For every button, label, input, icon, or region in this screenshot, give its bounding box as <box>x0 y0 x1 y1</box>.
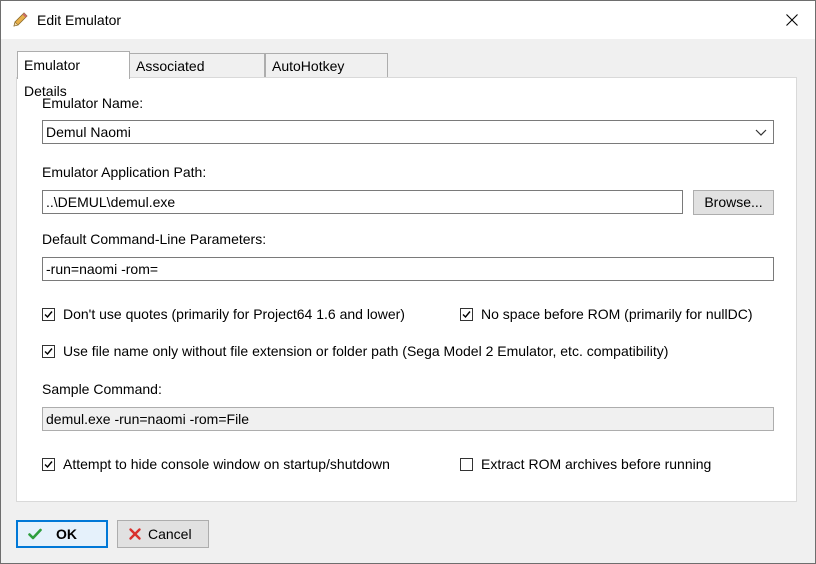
params-label: Default Command-Line Parameters: <box>42 231 267 247</box>
params-value: -run=naomi -rom= <box>46 261 159 277</box>
extract-rom-checkbox[interactable]: Extract ROM archives before running <box>460 456 711 472</box>
chevron-down-icon <box>755 129 767 136</box>
no-quotes-label: Don't use quotes (primarily for Project6… <box>63 306 405 322</box>
checkmark-icon <box>44 347 53 355</box>
no-quotes-checkbox[interactable]: Don't use quotes (primarily for Project6… <box>42 306 405 322</box>
tab-associated-platforms[interactable]: Associated Platforms <box>129 53 265 98</box>
filename-only-label: Use file name only without file extensio… <box>63 343 669 359</box>
checkbox-box <box>42 457 55 471</box>
tab-emulator-details[interactable]: Emulator Details <box>17 51 130 99</box>
sample-command-field: demul.exe -run=naomi -rom=File <box>42 407 774 431</box>
sample-command-value: demul.exe -run=naomi -rom=File <box>46 411 250 427</box>
cancel-label: Cancel <box>148 526 192 542</box>
emulator-name-combo[interactable]: Demul Naomi <box>42 120 774 144</box>
emulator-path-input[interactable]: ..\DEMUL\demul.exe <box>42 190 683 214</box>
checkbox-box <box>460 307 473 321</box>
hide-console-label: Attempt to hide console window on startu… <box>63 456 390 472</box>
no-space-label: No space before ROM (primarily for nullD… <box>481 306 753 322</box>
cancel-button[interactable]: Cancel <box>117 520 209 548</box>
cancel-x-icon <box>129 528 141 540</box>
pencil-icon <box>13 12 28 27</box>
no-space-checkbox[interactable]: No space before ROM (primarily for nullD… <box>460 306 753 322</box>
window-title: Edit Emulator <box>37 12 122 28</box>
emulator-path-value: ..\DEMUL\demul.exe <box>46 194 176 210</box>
title-bar: Edit Emulator <box>1 1 815 39</box>
checkmark-icon <box>44 460 53 468</box>
close-button[interactable] <box>769 1 815 39</box>
checkmark-icon <box>44 310 53 318</box>
checkmark-icon <box>462 310 471 318</box>
sample-command-label: Sample Command: <box>42 381 162 397</box>
ok-button[interactable]: OK <box>16 520 108 548</box>
ok-label: OK <box>56 526 77 542</box>
checkbox-box <box>460 457 473 471</box>
close-icon <box>786 14 798 26</box>
filename-only-checkbox[interactable]: Use file name only without file extensio… <box>42 343 668 359</box>
checkmark-icon <box>28 528 42 540</box>
hide-console-checkbox[interactable]: Attempt to hide console window on startu… <box>42 456 390 472</box>
tab-autohotkey-script[interactable]: AutoHotkey Script <box>265 53 388 98</box>
extract-rom-label: Extract ROM archives before running <box>481 456 712 472</box>
emulator-path-label: Emulator Application Path: <box>42 164 207 180</box>
emulator-name-value: Demul Naomi <box>46 124 131 140</box>
checkbox-box <box>42 344 55 358</box>
params-input[interactable]: -run=naomi -rom= <box>42 257 774 281</box>
checkbox-box <box>42 307 55 321</box>
browse-button[interactable]: Browse... <box>693 190 774 215</box>
